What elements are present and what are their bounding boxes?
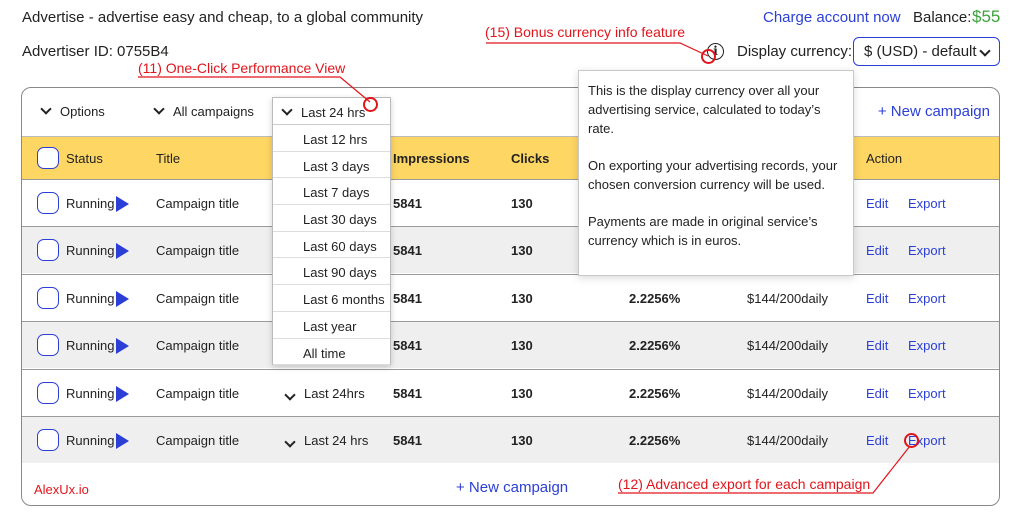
annotation-lines [138,42,911,494]
annotation-marker-one-click [363,97,378,112]
annotation-marker-export [904,433,919,448]
annotation-marker-bonus [701,49,716,64]
annotation-line-one-click [138,76,371,103]
annotation-line-export [618,445,911,494]
annotation-line-bonus [486,42,709,57]
